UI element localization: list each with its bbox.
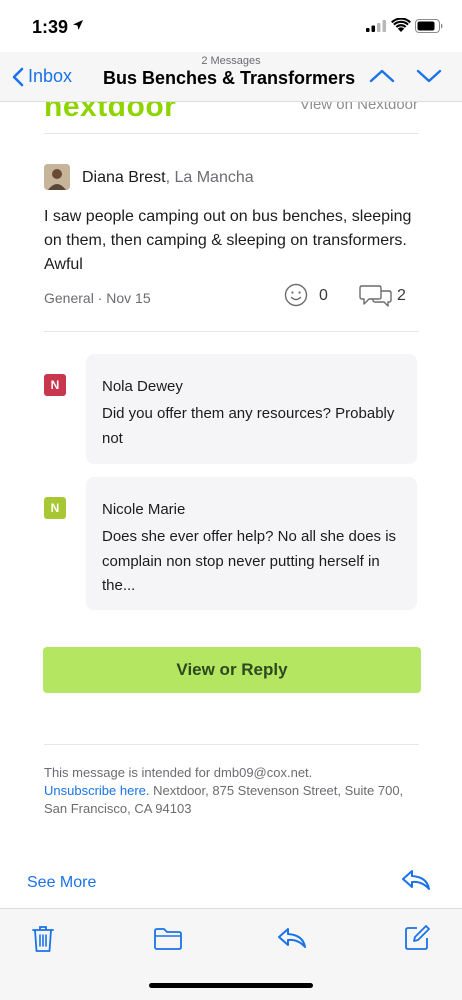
comment-text: Does she ever offer help? No all she doe…: [102, 528, 397, 594]
commenter-avatar: N: [44, 374, 66, 396]
chevron-left-icon: [12, 67, 24, 86]
author-name[interactable]: Diana Brest: [82, 169, 166, 186]
email-body: nextdoor View on Nextdoor Diana Brest, L…: [0, 102, 462, 910]
author-avatar: [44, 164, 70, 190]
smiley-icon[interactable]: [284, 283, 308, 307]
nextdoor-logo: nextdoor: [44, 102, 177, 123]
intended-for-text: This message is intended for dmb09@cox.n…: [44, 765, 313, 780]
comment-card[interactable]: Nicole Marie Does she ever offer help? N…: [86, 477, 417, 610]
comment-text: Did you offer them any resources? Probab…: [102, 405, 395, 447]
reply-count: 2: [397, 287, 406, 304]
divider: [44, 331, 419, 332]
email-subject: Bus Benches & Transformers: [103, 68, 356, 88]
post-author: Diana Brest, La Mancha: [82, 169, 254, 187]
comment-card[interactable]: Nola Dewey Did you offer them any resour…: [86, 354, 417, 464]
post-meta: General · Nov 15: [44, 290, 151, 306]
chevron-down-icon[interactable]: [416, 68, 442, 84]
status-time: 1:39: [32, 17, 69, 37]
cellular-signal-icon: [366, 20, 386, 32]
divider: [44, 133, 419, 134]
view-on-nextdoor-link[interactable]: View on Nextdoor: [300, 102, 418, 113]
compose-icon[interactable]: [403, 924, 431, 952]
chevron-up-icon[interactable]: [369, 68, 395, 84]
folder-icon[interactable]: [153, 927, 183, 951]
reply-icon[interactable]: [277, 926, 307, 950]
status-bar: 1:39: [0, 0, 462, 52]
reply-icon[interactable]: [401, 868, 431, 892]
commenter-name: Nola Dewey: [102, 378, 183, 395]
wifi-icon: [391, 18, 411, 32]
battery-icon: [415, 19, 443, 33]
mail-nav-bar: 2 Messages Inbox Bus Benches & Transform…: [0, 52, 462, 102]
commenter-name: Nicole Marie: [102, 501, 186, 518]
location-arrow-icon: [73, 20, 83, 30]
email-footer: This message is intended for dmb09@cox.n…: [44, 764, 419, 818]
back-to-inbox-button[interactable]: Inbox: [12, 66, 72, 87]
post-body: I saw people camping out on bus benches,…: [44, 208, 412, 273]
unsubscribe-link[interactable]: Unsubscribe here.: [44, 783, 150, 798]
divider: [44, 744, 419, 745]
home-indicator: [149, 983, 313, 988]
see-more-link[interactable]: See More: [27, 874, 96, 892]
author-neighborhood: , La Mancha: [165, 169, 254, 186]
back-label: Inbox: [28, 66, 73, 86]
comment-bubbles-icon[interactable]: [359, 283, 393, 309]
commenter-avatar: N: [44, 497, 66, 519]
view-or-reply-button[interactable]: View or Reply: [43, 647, 421, 693]
reaction-count: 0: [319, 287, 328, 304]
trash-icon[interactable]: [31, 925, 55, 953]
